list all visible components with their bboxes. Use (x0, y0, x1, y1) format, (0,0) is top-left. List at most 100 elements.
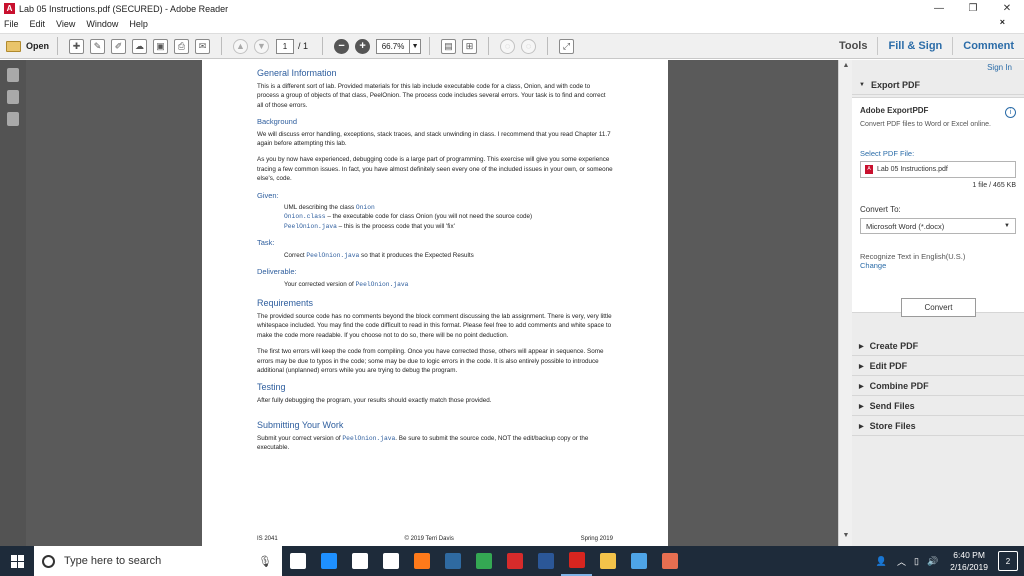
toolbar-divider (322, 37, 324, 55)
fit-page-icon[interactable]: ▤ (441, 38, 457, 54)
menu-edit[interactable]: Edit (30, 19, 46, 29)
menu-view[interactable]: View (56, 19, 75, 29)
email-icon[interactable]: ✉ (195, 38, 211, 54)
minimize-button[interactable]: — (922, 0, 956, 17)
scroll-down-icon[interactable]: ▼ (839, 532, 853, 544)
pages-icon[interactable] (7, 90, 19, 104)
network-icon[interactable]: ▯ (914, 556, 919, 567)
fill-sign-button[interactable]: Fill & Sign (878, 40, 952, 52)
section-label: Combine PDF (869, 381, 929, 391)
start-button[interactable] (0, 546, 34, 576)
save-icon[interactable]: ▣ (153, 38, 169, 54)
zoom-out-icon[interactable]: − (334, 38, 350, 54)
create-pdf-header[interactable]: ▶ Create PDF (852, 337, 1024, 356)
shield-app-icon[interactable] (499, 546, 530, 576)
edit-pdf-header[interactable]: ▶ Edit PDF (852, 357, 1024, 376)
close-document-button[interactable]: × (1000, 17, 1005, 27)
page-count: / 1 (298, 41, 309, 51)
explorer-icon[interactable] (592, 546, 623, 576)
task-pane-buttons: Tools Fill & Sign Comment (829, 34, 1024, 58)
firefox-icon[interactable] (406, 546, 437, 576)
acrobat-icon[interactable] (561, 546, 592, 576)
collapsed-triangle-icon: ▶ (859, 403, 864, 410)
text: – the executable code for class Onion (y… (325, 213, 533, 221)
volume-icon[interactable]: 🔊 (927, 556, 938, 567)
open-button[interactable]: Open (6, 40, 49, 52)
close-button[interactable]: ✕ (990, 0, 1024, 17)
fit-width-icon[interactable]: ⊞ (462, 38, 478, 54)
store-icon[interactable] (344, 546, 375, 576)
pdf-file-icon: A (865, 165, 873, 174)
notification-icon[interactable]: 2 (998, 551, 1018, 571)
chrome-icon-glyph (475, 553, 492, 569)
attachment-icon[interactable] (7, 112, 19, 126)
vertical-scrollbar[interactable]: ▲ ▼ (838, 60, 852, 546)
edit-icon[interactable]: ✐ (111, 38, 127, 54)
zoom-in-icon[interactable]: + (355, 38, 371, 54)
navigation-pane (0, 60, 26, 546)
window-title: Lab 05 Instructions.pdf (SECURED) - Adob… (19, 3, 229, 14)
task-view-icon[interactable] (282, 546, 313, 576)
footer-term: Spring 2019 (580, 535, 613, 542)
menu-window[interactable]: Window (86, 19, 118, 29)
toolbar-divider (221, 37, 223, 55)
comment-button[interactable]: Comment (953, 40, 1024, 52)
cloud-upload-icon[interactable]: ☁ (132, 38, 148, 54)
export-pdf-header[interactable]: ▼ Export PDF (852, 76, 1024, 95)
system-tray: 👤 ︿ ▯ 🔊 6:40 PM 2/16/2019 2 (876, 546, 1024, 576)
convert-button[interactable]: Convert (901, 298, 976, 317)
cortana-icon (42, 554, 55, 568)
section-label: Create PDF (869, 341, 919, 351)
selected-file-field[interactable]: A Lab 05 Instructions.pdf (860, 161, 1016, 178)
menu-help[interactable]: Help (129, 19, 148, 29)
store-files-header[interactable]: ▶ Store Files (852, 417, 1024, 436)
taskbar-search[interactable]: Type here to search 🎙 (34, 546, 282, 576)
lock-icon[interactable] (7, 68, 19, 82)
edge-icon[interactable] (313, 546, 344, 576)
info-icon[interactable]: i (1005, 107, 1016, 118)
collapsed-triangle-icon: ▶ (859, 383, 864, 390)
notes-icon-glyph (630, 553, 647, 569)
microphone-icon[interactable]: 🎙 (258, 555, 272, 568)
title-bar: A Lab 05 Instructions.pdf (SECURED) - Ad… (0, 0, 1024, 17)
section-heading: Requirements (257, 297, 314, 308)
scroll-up-icon[interactable]: ▲ (839, 62, 853, 74)
toolbar-divider (488, 37, 490, 55)
amazon-icon[interactable] (375, 546, 406, 576)
convert-to-select[interactable]: Microsoft Word (*.docx) ▼ (860, 218, 1016, 234)
highlight-icon[interactable]: ◌ (521, 38, 537, 54)
combine-pdf-header[interactable]: ▶ Combine PDF (852, 377, 1024, 396)
change-link[interactable]: Change (860, 261, 965, 270)
previous-page-icon[interactable]: ▲ (233, 38, 249, 54)
clock[interactable]: 6:40 PM 2/16/2019 (950, 549, 988, 573)
python-icon[interactable] (437, 546, 468, 576)
zoom-dropdown-icon[interactable]: ▼ (410, 38, 422, 54)
send-files-header[interactable]: ▶ Send Files (852, 397, 1024, 416)
zoom-input[interactable]: 66.7% (376, 38, 411, 54)
subheading: Given: (257, 190, 279, 200)
python-icon-glyph (444, 553, 461, 569)
page-number-input[interactable]: 1 (276, 38, 295, 54)
word-icon[interactable] (530, 546, 561, 576)
text: so that it produces the Expected Results (359, 251, 474, 259)
person-icon[interactable]: 👤 (876, 556, 887, 567)
tray-overflow-icon[interactable]: ︿ (897, 555, 906, 568)
comment-bubble-icon[interactable]: ◌ (500, 38, 516, 54)
chrome-icon[interactable] (468, 546, 499, 576)
notes-icon[interactable] (623, 546, 654, 576)
document-view[interactable]: General Information This is a different … (26, 60, 838, 546)
paragraph: As you by now have experienced, debuggin… (257, 156, 613, 183)
create-pdf-icon[interactable]: ✚ (69, 38, 85, 54)
edge-icon-glyph (320, 553, 337, 569)
java-icon-glyph (661, 553, 678, 569)
next-page-icon[interactable]: ▼ (254, 38, 270, 54)
print-icon[interactable]: ⎙ (174, 38, 190, 54)
stamp-icon[interactable]: ✎ (90, 38, 106, 54)
full-screen-icon[interactable]: ⤢ (559, 38, 575, 54)
restore-button[interactable]: ❐ (956, 0, 990, 17)
sign-in-link[interactable]: Sign In (987, 63, 1012, 72)
collapsed-triangle-icon: ▶ (859, 423, 864, 430)
java-icon[interactable] (654, 546, 685, 576)
menu-file[interactable]: File (4, 19, 19, 29)
tools-button[interactable]: Tools (829, 40, 878, 52)
